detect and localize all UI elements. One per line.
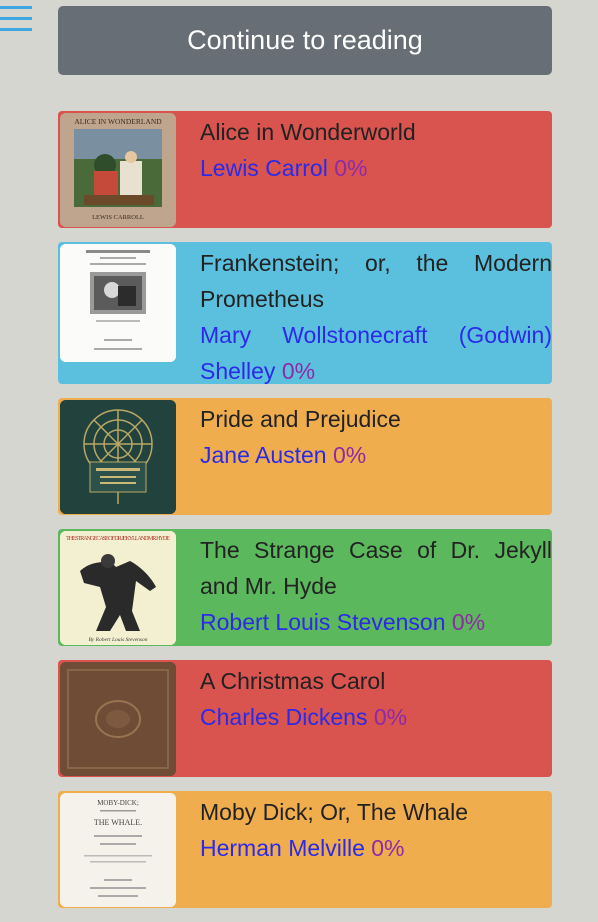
book-progress: 0% <box>371 835 405 861</box>
book-card-pride[interactable]: Pride and Prejudice Jane Austen 0% <box>58 398 552 515</box>
book-progress: 0% <box>334 155 368 181</box>
book-author: Charles Dickens <box>200 704 368 730</box>
book-progress: 0% <box>333 442 367 468</box>
book-title: Moby Dick; Or, The Whale <box>200 799 468 825</box>
book-cover-christmas-carol <box>60 662 176 776</box>
book-author: Lewis Carrol <box>200 155 328 181</box>
book-title: The Strange Case of Dr. Jekyll and Mr. H… <box>200 537 552 599</box>
book-title: Pride and Prejudice <box>200 406 401 432</box>
book-title: A Christmas Carol <box>200 668 386 694</box>
book-card-frankenstein[interactable]: Frankenstein; or, the Modern Prometheus … <box>58 242 552 384</box>
book-card-christmas-carol[interactable]: A Christmas Carol Charles Dickens 0% <box>58 660 552 777</box>
book-cover-moby-dick: MOBY-DICK; THE WHALE. <box>60 793 176 907</box>
book-title: Frankenstein; or, the Modern Prometheus <box>200 250 552 312</box>
book-author: Robert Louis Stevenson <box>200 609 446 635</box>
cover-author-text: LEWIS CARROLL <box>92 214 144 221</box>
book-cover-frankenstein <box>60 244 176 362</box>
menu-icon[interactable] <box>0 6 32 34</box>
book-list: ALICE IN WONDERLAND LEWIS CARROLL Alice … <box>58 111 552 922</box>
book-cover-jekyll: THE STRANGE CASE OF DR. JEKYLL AND MR. H… <box>60 531 176 645</box>
book-cover-alice: ALICE IN WONDERLAND LEWIS CARROLL <box>60 113 176 227</box>
book-card-moby-dick[interactable]: MOBY-DICK; THE WHALE. Moby Dick; Or, The… <box>58 791 552 908</box>
book-author: Herman Melville <box>200 835 365 861</box>
book-author: Jane Austen <box>200 442 327 468</box>
cover-title-text: ALICE IN WONDERLAND <box>74 117 162 126</box>
book-card-jekyll[interactable]: THE STRANGE CASE OF DR. JEKYLL AND MR. H… <box>58 529 552 646</box>
cover-author-text: By Robert Louis Stevenson <box>88 637 147 643</box>
continue-reading-button[interactable]: Continue to reading <box>58 6 552 75</box>
book-title: Alice in Wonderworld <box>200 119 416 145</box>
cover-subtitle-text: THE WHALE. <box>94 818 142 827</box>
book-author: Mary Wollstonecraft (Godwin) Shelley <box>200 322 552 384</box>
book-progress: 0% <box>373 704 408 730</box>
cover-title-text: MOBY-DICK; <box>97 799 139 807</box>
book-progress: 0% <box>281 358 316 384</box>
book-progress: 0% <box>451 609 486 635</box>
book-cover-pride <box>60 400 176 514</box>
cover-title-text: THE STRANGE CASE OF DR. JEKYLL AND MR. H… <box>66 535 170 542</box>
book-card-alice[interactable]: ALICE IN WONDERLAND LEWIS CARROLL Alice … <box>58 111 552 228</box>
